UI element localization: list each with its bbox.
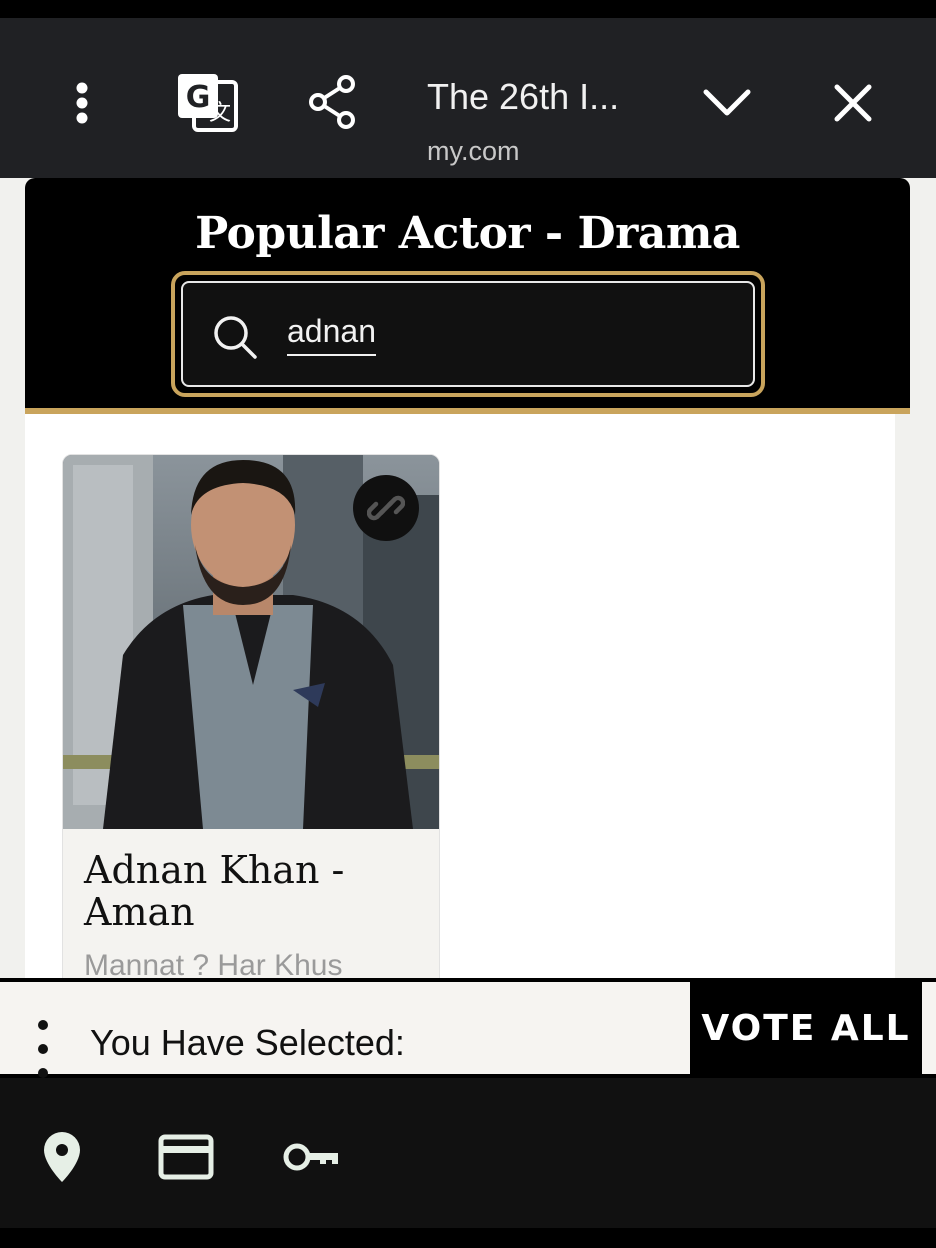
location-icon[interactable] bbox=[42, 1130, 82, 1188]
vote-all-button[interactable]: VOTE ALL bbox=[690, 982, 922, 1074]
selection-panel[interactable]: You Have Selected: bbox=[0, 982, 690, 1078]
results-area: Adnan Khan - Aman Mannat ? Har Khus bbox=[25, 414, 895, 978]
drag-handle-icon[interactable] bbox=[36, 1018, 50, 1084]
edge-strip bbox=[922, 982, 936, 1074]
web-page: Popular Actor - Drama adnan Adnan Khan -… bbox=[0, 178, 936, 978]
search-input-value[interactable]: adnan bbox=[287, 313, 376, 356]
svg-text:G: G bbox=[186, 80, 211, 115]
nominee-show: Mannat ? Har Khus bbox=[84, 949, 343, 978]
status-bar bbox=[0, 0, 936, 18]
custom-tab-toolbar: G 文 The 26th I... my.com bbox=[0, 18, 936, 178]
page-url[interactable]: my.com bbox=[427, 136, 520, 167]
nominee-name[interactable]: Adnan Khan - Aman bbox=[84, 849, 414, 933]
link-icon[interactable] bbox=[353, 475, 419, 541]
translate-icon[interactable]: G 文 bbox=[176, 72, 240, 134]
svg-text:文: 文 bbox=[209, 101, 231, 126]
credit-card-icon[interactable] bbox=[158, 1134, 214, 1184]
search-input[interactable]: adnan bbox=[181, 281, 755, 387]
category-title: Popular Actor - Drama bbox=[195, 208, 740, 259]
nominee-card[interactable]: Adnan Khan - Aman Mannat ? Har Khus bbox=[62, 454, 440, 978]
close-icon[interactable] bbox=[830, 80, 876, 126]
navigation-strip bbox=[0, 1228, 936, 1248]
autofill-bar bbox=[0, 1078, 936, 1228]
category-header: Popular Actor - Drama adnan bbox=[25, 178, 910, 408]
search-box[interactable]: adnan bbox=[171, 271, 765, 397]
selection-label: You Have Selected: bbox=[90, 1022, 405, 1063]
more-vert-icon[interactable] bbox=[62, 80, 102, 126]
key-icon[interactable] bbox=[282, 1140, 342, 1178]
search-icon bbox=[211, 313, 259, 365]
chevron-down-icon[interactable] bbox=[702, 82, 752, 122]
share-icon[interactable] bbox=[306, 74, 358, 130]
page-title[interactable]: The 26th I... bbox=[427, 76, 619, 118]
nominee-photo[interactable] bbox=[63, 455, 439, 829]
selection-bar: You Have Selected: VOTE ALL bbox=[0, 978, 936, 1078]
